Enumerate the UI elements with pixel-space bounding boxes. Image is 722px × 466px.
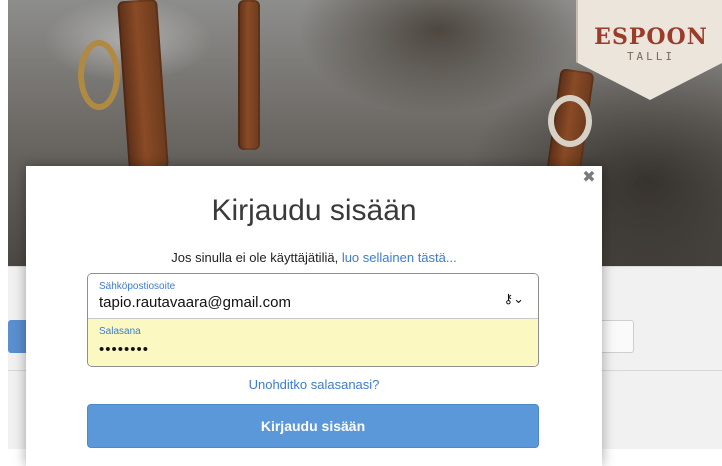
login-modal: ✖ Kirjaudu sisään Jos sinulla ei ole käy… (26, 166, 602, 466)
forgot-password-link[interactable]: Unohditko salasanasi? (249, 377, 380, 392)
email-field[interactable]: Sähköpostiosoite ⚷⌄ (88, 274, 538, 319)
password-field[interactable]: Salasana •••••••• (88, 319, 538, 366)
signup-text: Jos sinulla ei ole käyttäjätiliä, (171, 250, 339, 265)
signup-prompt: Jos sinulla ei ole käyttäjätiliä, luo se… (26, 250, 602, 265)
harness-strap (117, 0, 169, 172)
login-fields: Sähköpostiosoite ⚷⌄ Salasana •••••••• (87, 273, 539, 367)
login-button[interactable]: Kirjaudu sisään (87, 404, 539, 448)
brand-subtitle: TALLI (626, 50, 676, 63)
key-icon[interactable]: ⚷⌄ (504, 291, 524, 307)
harness-strap (238, 0, 260, 150)
signup-link[interactable]: luo sellainen tästä... (342, 250, 457, 265)
email-label: Sähköpostiosoite (99, 281, 176, 292)
background-button (8, 320, 28, 353)
harness-ring (78, 40, 120, 110)
email-input[interactable] (99, 294, 499, 311)
password-input[interactable]: •••••••• (99, 341, 499, 358)
harness-ring (548, 95, 592, 147)
brand-title: ESPOON (594, 24, 708, 50)
modal-title: Kirjaudu sisään (211, 194, 417, 227)
password-label: Salasana (99, 326, 141, 337)
close-icon[interactable]: ✖ (581, 169, 597, 187)
forgot-password: Unohditko salasanasi? (26, 377, 602, 392)
